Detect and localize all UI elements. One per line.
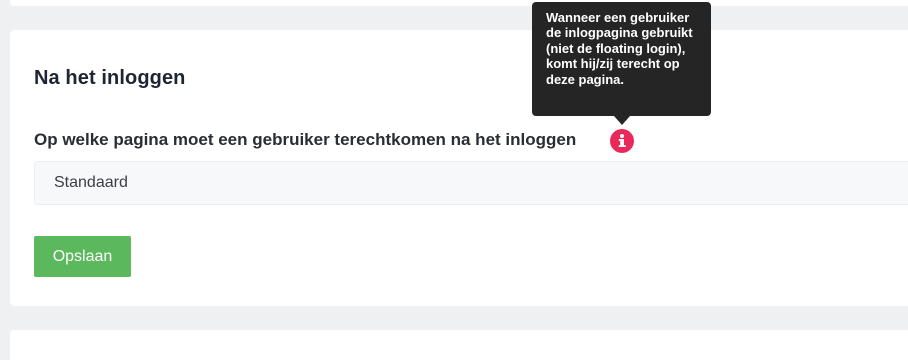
- redirect-page-label: Op welke pagina moet een gebruiker terec…: [34, 130, 577, 149]
- select-value: Standaard: [54, 174, 128, 191]
- info-icon[interactable]: [610, 129, 634, 153]
- next-card: [10, 330, 908, 360]
- info-glyph-icon: [618, 134, 626, 147]
- save-button[interactable]: Opslaan: [34, 236, 131, 277]
- redirect-page-select[interactable]: Standaard: [34, 161, 908, 205]
- section-title: Na het inloggen: [34, 67, 186, 89]
- after-login-card: Na het inloggen Op welke pagina moet een…: [10, 30, 908, 306]
- previous-card: [10, 0, 908, 6]
- tooltip-arrow: [614, 116, 630, 125]
- info-tooltip: Wanneer een gebruiker de inlogpagina geb…: [532, 2, 711, 116]
